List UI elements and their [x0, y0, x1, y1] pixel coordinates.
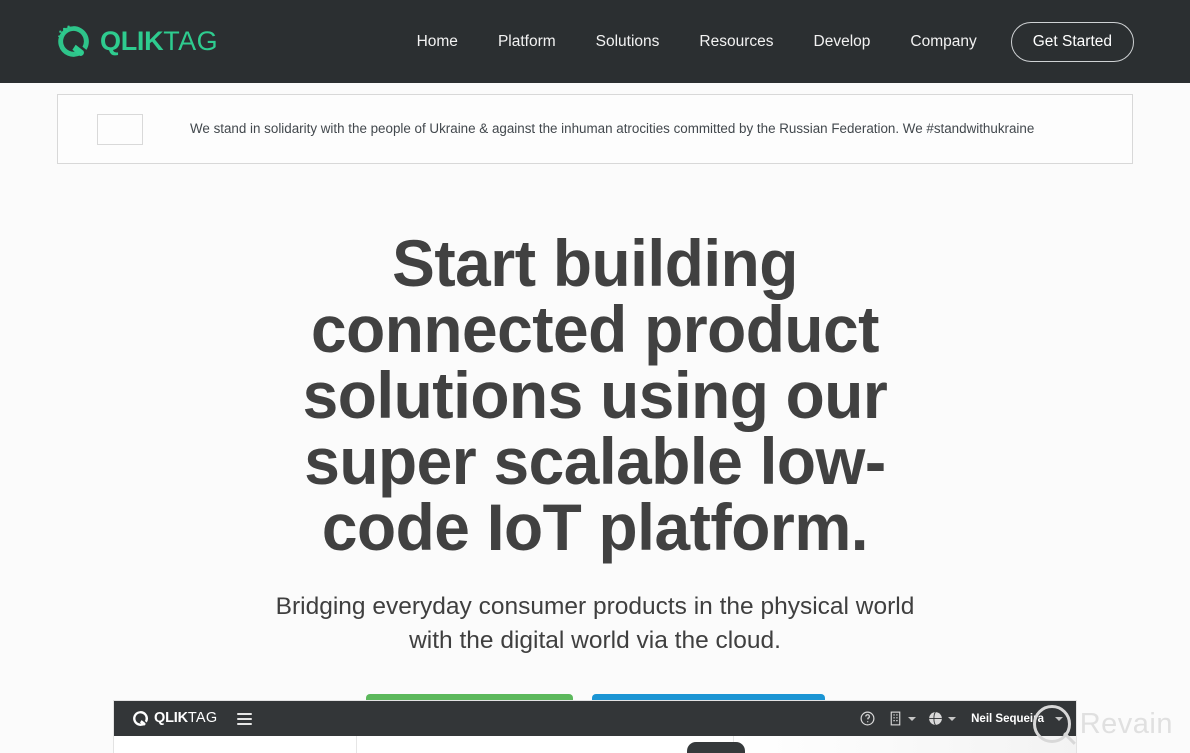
brand-wordmark: QLIK TAG — [100, 28, 218, 55]
brand-word-bold: QLIK — [100, 26, 164, 56]
app-brand-word-bold: QLIK — [154, 710, 188, 727]
app-panel-right — [734, 736, 1076, 753]
product-screenshot: QLIK TAG Neil Sequeira — [113, 700, 1077, 753]
hero-subheadline: Bridging everyday consumer products in t… — [275, 593, 915, 654]
banner-container: We stand in solidarity with the people o… — [0, 83, 1190, 164]
brand-logo[interactable]: QLIK TAG — [56, 24, 218, 59]
banner-message: We stand in solidarity with the people o… — [190, 120, 1035, 136]
app-content-area — [114, 736, 1076, 753]
get-started-nav-button[interactable]: Get Started — [1010, 21, 1134, 62]
app-user-name[interactable]: Neil Sequeira — [971, 713, 1044, 725]
app-brand-wordmark: QLIK TAG — [154, 711, 217, 726]
ukraine-solidarity-banner: We stand in solidarity with the people o… — [57, 94, 1133, 164]
brand-word-light: TAG — [163, 26, 218, 56]
nav-item-platform[interactable]: Platform — [478, 25, 576, 59]
app-brand-word-light: TAG — [187, 710, 218, 727]
chevron-down-icon[interactable] — [908, 716, 917, 721]
app-panel-left — [114, 736, 357, 753]
app-toolbar-right: Neil Sequeira — [859, 710, 1063, 727]
organization-selector[interactable] — [887, 710, 917, 727]
help-circle-icon[interactable] — [859, 710, 876, 727]
hero-section: Start building connected product solutio… — [0, 164, 1190, 750]
qliktag-logo-icon — [56, 24, 91, 59]
app-panel-center — [357, 736, 745, 753]
nav-item-company[interactable]: Company — [890, 25, 996, 59]
qliktag-logo-icon — [132, 710, 149, 727]
nav-item-develop[interactable]: Develop — [794, 25, 891, 59]
main-navigation: Home Platform Solutions Resources Develo… — [397, 21, 1134, 62]
chevron-down-icon[interactable] — [1055, 716, 1063, 721]
hero-headline: Start building connected product solutio… — [302, 226, 888, 564]
site-header: QLIK TAG Home Platform Solutions Resource… — [0, 0, 1190, 83]
ukraine-flag-icon — [97, 113, 143, 145]
nav-item-home[interactable]: Home — [397, 25, 478, 59]
hamburger-menu-icon[interactable] — [237, 712, 253, 725]
building-icon[interactable] — [887, 710, 904, 727]
app-brand-logo[interactable]: QLIK TAG — [132, 710, 217, 727]
nav-item-resources[interactable]: Resources — [679, 25, 793, 59]
chevron-down-icon[interactable] — [948, 716, 957, 721]
language-selector[interactable] — [927, 710, 957, 727]
globe-icon[interactable] — [927, 710, 944, 727]
app-toolbar: QLIK TAG Neil Sequeira — [114, 701, 1076, 736]
nav-item-solutions[interactable]: Solutions — [576, 25, 680, 59]
app-decorative-shape — [687, 742, 745, 753]
